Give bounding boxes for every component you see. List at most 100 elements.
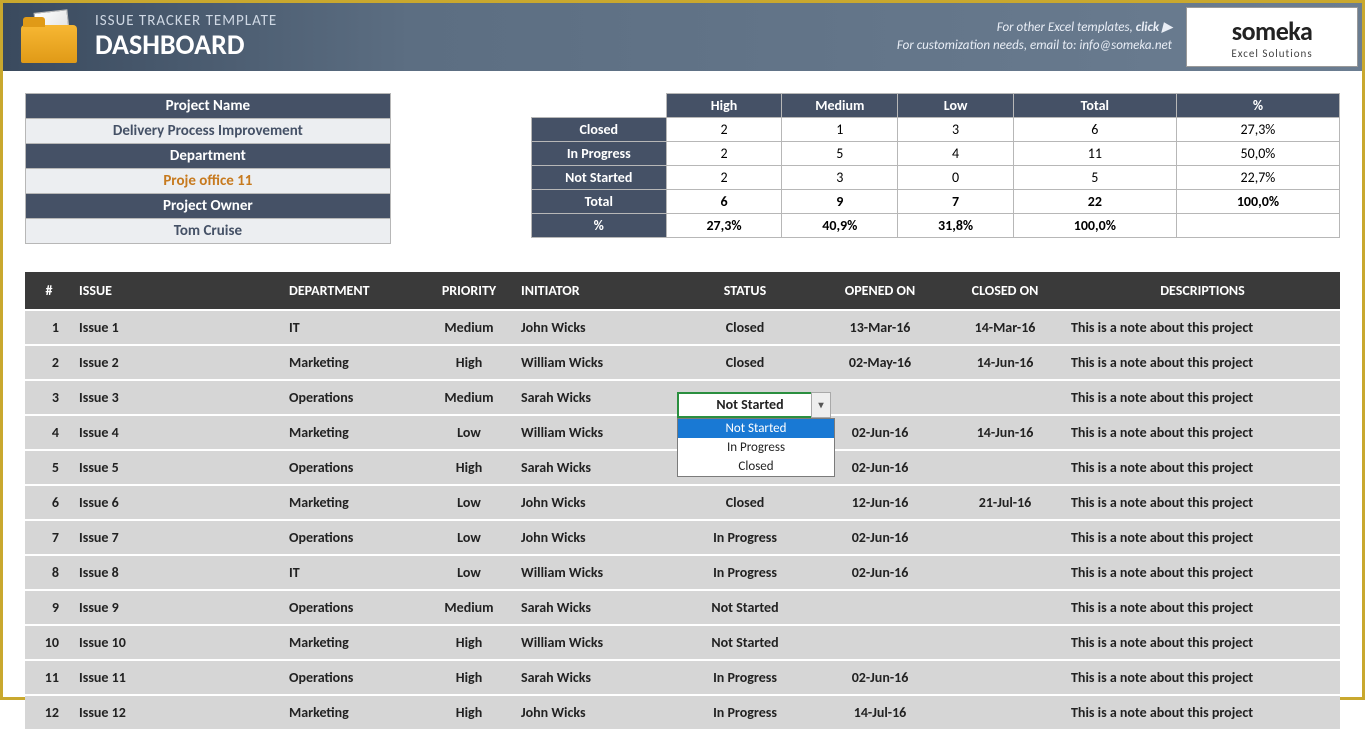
cell-status[interactable]: Not Started [675, 590, 815, 625]
cell-desc[interactable]: This is a note about this project [1065, 450, 1340, 485]
cell-priority[interactable]: High [423, 660, 515, 695]
cell-initiator[interactable]: Sarah Wicks [515, 660, 675, 695]
cell-initiator[interactable]: Sarah Wicks [515, 380, 675, 415]
cell-opened[interactable]: 02-Jun-16 [815, 520, 945, 555]
cell-closed[interactable] [945, 450, 1065, 485]
cell-issue[interactable]: Issue 2 [73, 345, 283, 380]
cell-desc[interactable]: This is a note about this project [1065, 380, 1340, 415]
cell-issue[interactable]: Issue 4 [73, 415, 283, 450]
cell-status[interactable]: In Progress [675, 555, 815, 590]
cell-priority[interactable]: Low [423, 485, 515, 520]
cell-dept[interactable]: Operations [283, 450, 423, 485]
chevron-down-icon[interactable]: ▾ [811, 392, 831, 418]
table-row[interactable]: 7Issue 7OperationsLowJohn WicksIn Progre… [25, 520, 1340, 555]
click-link[interactable]: click ▶ [1136, 20, 1172, 35]
cell-opened[interactable]: 13-Mar-16 [815, 310, 945, 345]
cell-initiator[interactable]: William Wicks [515, 345, 675, 380]
cell-initiator[interactable]: John Wicks [515, 695, 675, 729]
cell-status[interactable]: In Progress [675, 660, 815, 695]
cell-status[interactable]: Not Started▾Not StartedIn ProgressClosed [675, 380, 815, 415]
someka-logo[interactable]: someka Excel Solutions [1186, 7, 1358, 67]
cell-num[interactable]: 10 [25, 625, 73, 660]
cell-issue[interactable]: Issue 12 [73, 695, 283, 729]
cell-num[interactable]: 6 [25, 485, 73, 520]
cell-issue[interactable]: Issue 10 [73, 625, 283, 660]
cell-priority[interactable]: High [423, 625, 515, 660]
cell-closed[interactable] [945, 625, 1065, 660]
cell-desc[interactable]: This is a note about this project [1065, 485, 1340, 520]
cell-priority[interactable]: Low [423, 415, 515, 450]
table-row[interactable]: 6Issue 6MarketingLowJohn WicksClosed12-J… [25, 485, 1340, 520]
cell-priority[interactable]: High [423, 345, 515, 380]
table-row[interactable]: 12Issue 12MarketingHighJohn WicksIn Prog… [25, 695, 1340, 729]
cell-num[interactable]: 7 [25, 520, 73, 555]
cell-dept[interactable]: Marketing [283, 345, 423, 380]
cell-initiator[interactable]: John Wicks [515, 485, 675, 520]
cell-desc[interactable]: This is a note about this project [1065, 520, 1340, 555]
cell-opened[interactable]: 14-Jul-16 [815, 695, 945, 729]
cell-closed[interactable]: 14-Jun-16 [945, 415, 1065, 450]
dropdown-option[interactable]: Not Started [678, 419, 834, 438]
cell-issue[interactable]: Issue 1 [73, 310, 283, 345]
cell-dept[interactable]: Marketing [283, 415, 423, 450]
cell-initiator[interactable]: Sarah Wicks [515, 590, 675, 625]
cell-num[interactable]: 5 [25, 450, 73, 485]
table-row[interactable]: 9Issue 9OperationsMediumSarah WicksNot S… [25, 590, 1340, 625]
table-row[interactable]: 8Issue 8ITLowWilliam WicksIn Progress02-… [25, 555, 1340, 590]
cell-issue[interactable]: Issue 6 [73, 485, 283, 520]
cell-num[interactable]: 8 [25, 555, 73, 590]
cell-issue[interactable]: Issue 11 [73, 660, 283, 695]
cell-dept[interactable]: Operations [283, 380, 423, 415]
cell-desc[interactable]: This is a note about this project [1065, 590, 1340, 625]
cell-priority[interactable]: Medium [423, 310, 515, 345]
cell-dept[interactable]: Operations [283, 520, 423, 555]
cell-num[interactable]: 11 [25, 660, 73, 695]
cell-issue[interactable]: Issue 5 [73, 450, 283, 485]
cell-num[interactable]: 12 [25, 695, 73, 729]
cell-dept[interactable]: Marketing [283, 485, 423, 520]
cell-opened[interactable]: 02-May-16 [815, 345, 945, 380]
cell-opened[interactable]: 12-Jun-16 [815, 485, 945, 520]
cell-dept[interactable]: Marketing [283, 695, 423, 729]
cell-closed[interactable]: 14-Mar-16 [945, 310, 1065, 345]
cell-initiator[interactable]: William Wicks [515, 555, 675, 590]
cell-status[interactable]: Not Started [675, 625, 815, 660]
cell-issue[interactable]: Issue 8 [73, 555, 283, 590]
cell-priority[interactable]: Low [423, 555, 515, 590]
cell-desc[interactable]: This is a note about this project [1065, 345, 1340, 380]
cell-initiator[interactable]: Sarah Wicks [515, 450, 675, 485]
cell-issue[interactable]: Issue 9 [73, 590, 283, 625]
cell-issue[interactable]: Issue 3 [73, 380, 283, 415]
cell-closed[interactable]: 14-Jun-16 [945, 345, 1065, 380]
cell-status[interactable]: In Progress [675, 520, 815, 555]
cell-desc[interactable]: This is a note about this project [1065, 625, 1340, 660]
cell-dept[interactable]: Operations [283, 660, 423, 695]
cell-closed[interactable] [945, 555, 1065, 590]
cell-desc[interactable]: This is a note about this project [1065, 695, 1340, 729]
cell-num[interactable]: 1 [25, 310, 73, 345]
cell-priority[interactable]: High [423, 695, 515, 729]
cell-closed[interactable] [945, 520, 1065, 555]
status-dropdown-list[interactable]: Not StartedIn ProgressClosed [677, 418, 835, 477]
cell-opened[interactable] [815, 380, 945, 415]
cell-initiator[interactable]: John Wicks [515, 310, 675, 345]
info-value-owner[interactable]: Tom Cruise [26, 219, 391, 244]
cell-dept[interactable]: Marketing [283, 625, 423, 660]
cell-priority[interactable]: Low [423, 520, 515, 555]
cell-num[interactable]: 9 [25, 590, 73, 625]
cell-priority[interactable]: High [423, 450, 515, 485]
cell-num[interactable]: 3 [25, 380, 73, 415]
cell-initiator[interactable]: William Wicks [515, 415, 675, 450]
info-value-dept[interactable]: Proje office 11 [26, 169, 391, 194]
cell-opened[interactable] [815, 590, 945, 625]
cell-desc[interactable]: This is a note about this project [1065, 415, 1340, 450]
table-row[interactable]: 11Issue 11OperationsHighSarah WicksIn Pr… [25, 660, 1340, 695]
cell-priority[interactable]: Medium [423, 590, 515, 625]
cell-dept[interactable]: Operations [283, 590, 423, 625]
table-row[interactable]: 3Issue 3OperationsMediumSarah WicksNot S… [25, 380, 1340, 415]
table-row[interactable]: 2Issue 2MarketingHighWilliam WicksClosed… [25, 345, 1340, 380]
cell-desc[interactable]: This is a note about this project [1065, 555, 1340, 590]
cell-opened[interactable] [815, 625, 945, 660]
cell-num[interactable]: 2 [25, 345, 73, 380]
cell-closed[interactable]: 21-Jul-16 [945, 485, 1065, 520]
